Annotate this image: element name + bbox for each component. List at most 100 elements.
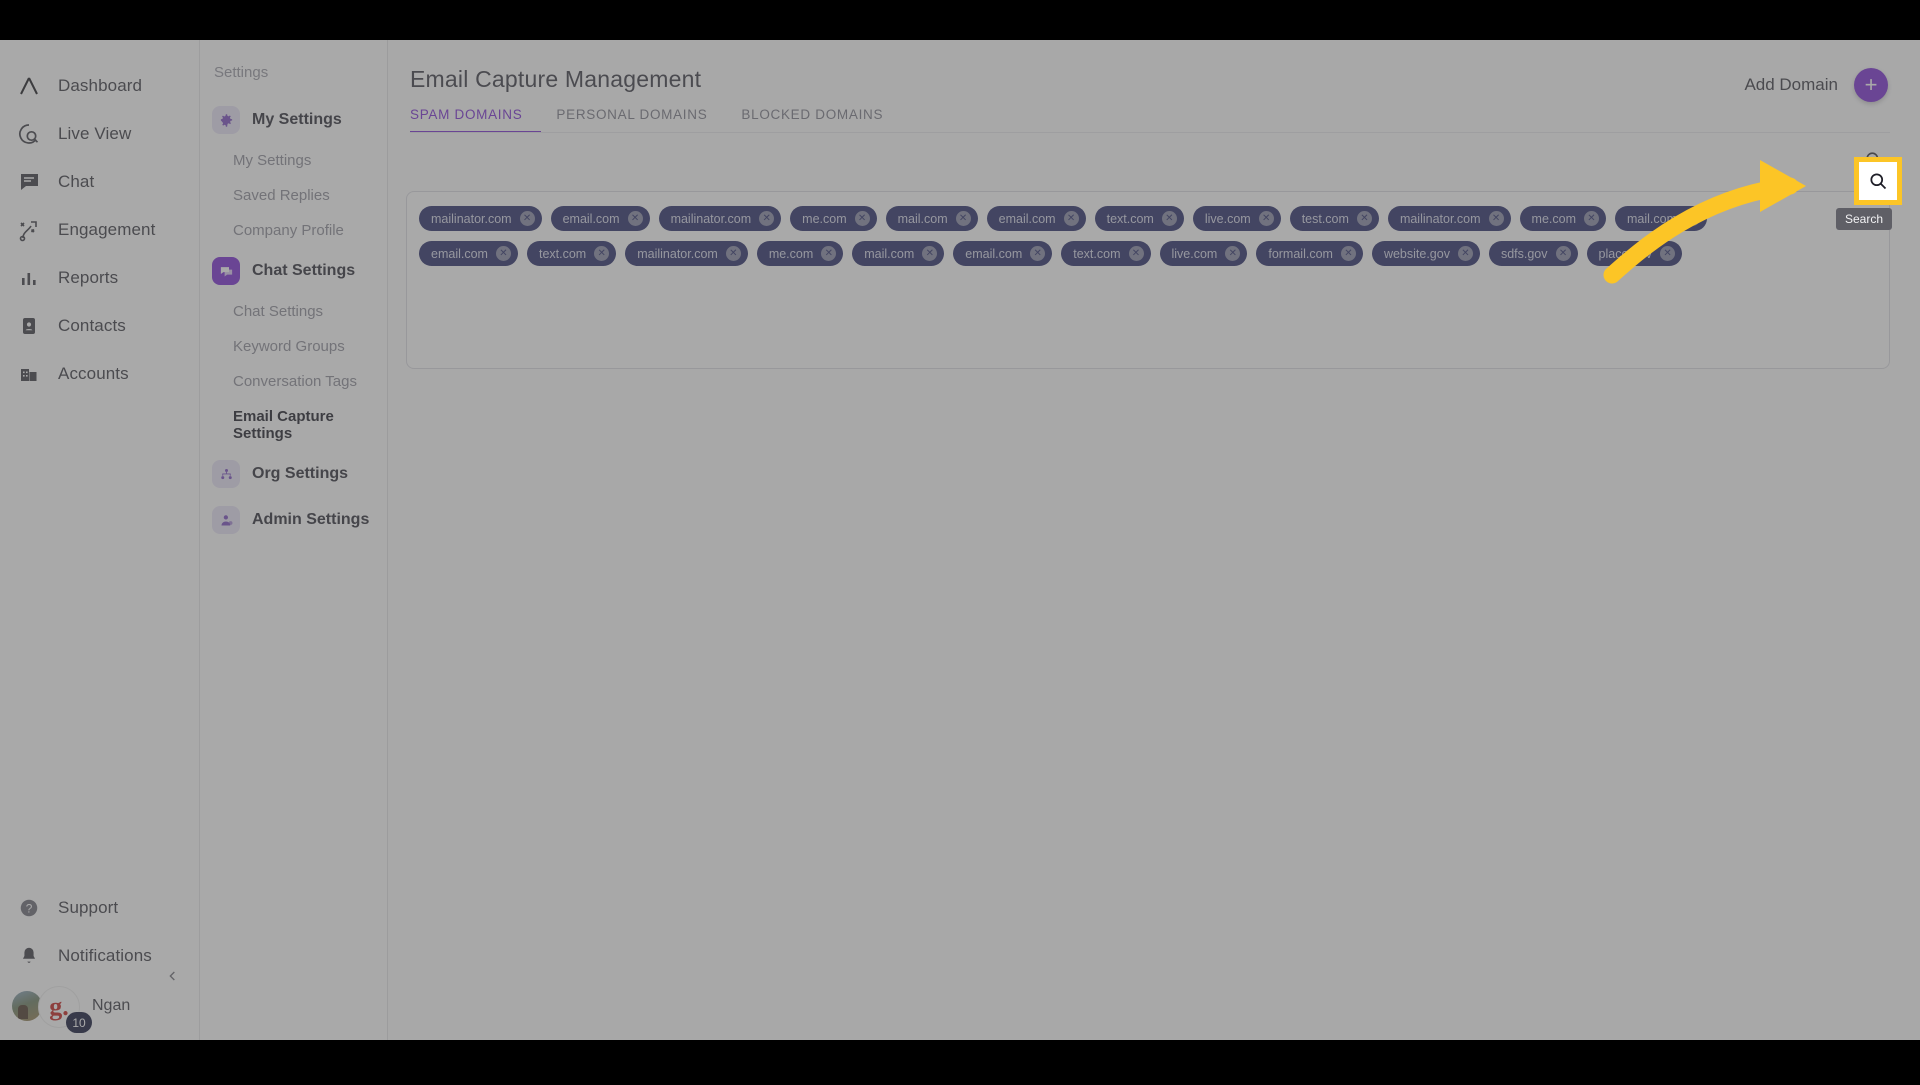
tab-blocked-domains[interactable]: BLOCKED DOMAINS <box>741 107 883 133</box>
page-header: Email Capture Management SPAM DOMAINS PE… <box>388 40 1920 133</box>
sidebar-item-accounts[interactable]: Accounts <box>0 350 199 398</box>
domain-chip-label: mailinator.com <box>670 211 752 226</box>
domain-chip: email.com ✕ <box>419 241 518 266</box>
sidebar-item-label: Live View <box>58 124 132 143</box>
domain-chip: mail.com ✕ <box>852 241 945 266</box>
domain-chip-label: email.com <box>998 211 1056 226</box>
plus-icon: + <box>1864 72 1878 97</box>
sidebar-item-label: Accounts <box>58 364 129 383</box>
close-circle-icon[interactable]: ✕ <box>1063 211 1079 226</box>
domain-chip-row: email.com ✕ text.com ✕ mailinator.com ✕ me.com… <box>419 241 1877 266</box>
close-circle-icon[interactable]: ✕ <box>1685 211 1700 226</box>
sidebar-item-chat[interactable]: Chat <box>0 158 199 206</box>
svg-text:?: ? <box>26 902 33 916</box>
close-circle-icon[interactable]: ✕ <box>1225 246 1241 261</box>
settings-group-my-settings[interactable]: My Settings <box>200 97 387 143</box>
domain-chip-label: place.gov <box>1598 246 1653 261</box>
close-circle-icon[interactable]: ✕ <box>495 246 511 261</box>
domain-chip: email.com ✕ <box>986 206 1086 231</box>
domain-chip-label: test.com <box>1301 211 1349 226</box>
domain-chip-label: email.com <box>965 246 1023 261</box>
settings-subitem-keyword-groups[interactable]: Keyword Groups <box>200 329 387 364</box>
settings-group-chat-settings[interactable]: Chat Settings <box>200 248 387 294</box>
close-circle-icon[interactable]: ✕ <box>1258 211 1274 226</box>
tab-personal-domains[interactable]: PERSONAL DOMAINS <box>556 107 707 133</box>
settings-subitem-chat-settings[interactable]: Chat Settings <box>200 294 387 329</box>
close-circle-icon[interactable]: ✕ <box>1340 246 1356 261</box>
close-circle-icon[interactable]: ✕ <box>1555 246 1571 261</box>
settings-subitem-company-profile[interactable]: Company Profile <box>200 213 387 248</box>
domain-chip: formail.com ✕ <box>1256 241 1363 266</box>
close-circle-icon[interactable]: ✕ <box>955 211 971 226</box>
sidebar-item-label: Notifications <box>58 946 152 965</box>
gear-icon <box>212 106 240 134</box>
domain-chip: website.gov ✕ <box>1371 241 1480 266</box>
sidebar-item-reports[interactable]: Reports <box>0 254 199 302</box>
domain-chip: text.com ✕ <box>1094 206 1184 231</box>
close-circle-icon[interactable]: ✕ <box>1583 211 1599 226</box>
primary-sidebar: Dashboard Live View Chat Engagement Repo… <box>0 40 200 1040</box>
sidebar-item-label: Support <box>58 898 119 917</box>
settings-subitem-conversation-tags[interactable]: Conversation Tags <box>200 364 387 399</box>
tab-spam-domains[interactable]: SPAM DOMAINS <box>410 107 522 133</box>
domain-chip: mailinator.com ✕ <box>625 241 748 266</box>
domain-chip-label: formail.com <box>1268 246 1333 261</box>
tab-bar: SPAM DOMAINS PERSONAL DOMAINS BLOCKED DO… <box>410 107 1890 133</box>
settings-group-label: Chat Settings <box>252 262 356 279</box>
domain-chip-rows: mailinator.com ✕ email.com ✕ mailinator.com ✕… <box>419 206 1877 266</box>
close-circle-icon[interactable]: ✕ <box>519 211 535 226</box>
sidebar-item-support[interactable]: ? Support <box>0 884 199 932</box>
sidebar-item-label: Engagement <box>58 220 156 239</box>
bar-chart-icon <box>16 265 42 291</box>
sidebar-item-live-view[interactable]: Live View <box>0 110 199 158</box>
add-domain-button[interactable]: + <box>1854 68 1888 102</box>
sidebar-item-engagement[interactable]: Engagement <box>0 206 199 254</box>
add-domain-label[interactable]: Add Domain <box>1744 75 1838 95</box>
close-circle-icon[interactable]: ✕ <box>854 211 870 226</box>
close-circle-icon[interactable]: ✕ <box>594 246 610 261</box>
main-content: Email Capture Management SPAM DOMAINS PE… <box>388 40 1920 1040</box>
admin-person-icon <box>212 506 240 534</box>
user-name: Ngan <box>92 997 131 1014</box>
domain-chip: me.com ✕ <box>790 206 877 231</box>
close-circle-icon[interactable]: ✕ <box>1660 246 1676 261</box>
domain-chip: me.com ✕ <box>1519 206 1606 231</box>
close-circle-icon[interactable]: ✕ <box>1030 246 1046 261</box>
close-circle-icon[interactable]: ✕ <box>725 246 741 261</box>
close-circle-icon[interactable]: ✕ <box>1161 211 1177 226</box>
settings-group-label: Admin Settings <box>252 511 370 528</box>
domain-chip: mail.com ✕ <box>1614 206 1707 231</box>
list-toolbar <box>388 133 1920 185</box>
sidebar-item-dashboard[interactable]: Dashboard <box>0 62 199 110</box>
domain-chip-label: me.com <box>802 211 847 226</box>
chat-settings-icon <box>212 257 240 285</box>
settings-subitem-saved-replies[interactable]: Saved Replies <box>200 178 387 213</box>
domain-chip-label: text.com <box>538 246 587 261</box>
settings-group-admin-settings[interactable]: Admin Settings <box>200 497 387 543</box>
domain-chip: email.com ✕ <box>550 206 650 231</box>
user-profile-row[interactable]: g. 10 Ngan <box>0 980 199 1033</box>
close-circle-icon[interactable]: ✕ <box>922 246 938 261</box>
settings-subitem-my-settings[interactable]: My Settings <box>200 143 387 178</box>
help-circle-icon: ? <box>16 895 42 921</box>
close-circle-icon[interactable]: ✕ <box>821 246 837 261</box>
settings-group-org-settings[interactable]: Org Settings <box>200 451 387 497</box>
domain-chip-label: mail.com <box>864 246 915 261</box>
sidebar-item-contacts[interactable]: Contacts <box>0 302 199 350</box>
close-circle-icon[interactable]: ✕ <box>1128 246 1144 261</box>
close-circle-icon[interactable]: ✕ <box>627 211 643 226</box>
search-icon[interactable] <box>1856 142 1890 176</box>
close-circle-icon[interactable]: ✕ <box>1356 211 1372 226</box>
bell-icon <box>16 943 42 969</box>
domain-chip-label: text.com <box>1106 211 1154 226</box>
settings-subitem-email-capture-settings[interactable]: Email Capture Settings <box>200 399 387 451</box>
domain-chip-label: sdfs.gov <box>1500 246 1548 261</box>
chat-bubble-icon <box>16 169 42 195</box>
close-circle-icon[interactable]: ✕ <box>1488 211 1504 226</box>
domain-chip-label: mailinator.com <box>431 211 512 226</box>
close-circle-icon[interactable]: ✕ <box>759 211 775 226</box>
domain-chip: mailinator.com ✕ <box>658 206 782 231</box>
close-circle-icon[interactable]: ✕ <box>1457 246 1473 261</box>
domain-chip-label: me.com <box>768 246 814 261</box>
domain-chip-label: me.com <box>1531 211 1576 226</box>
